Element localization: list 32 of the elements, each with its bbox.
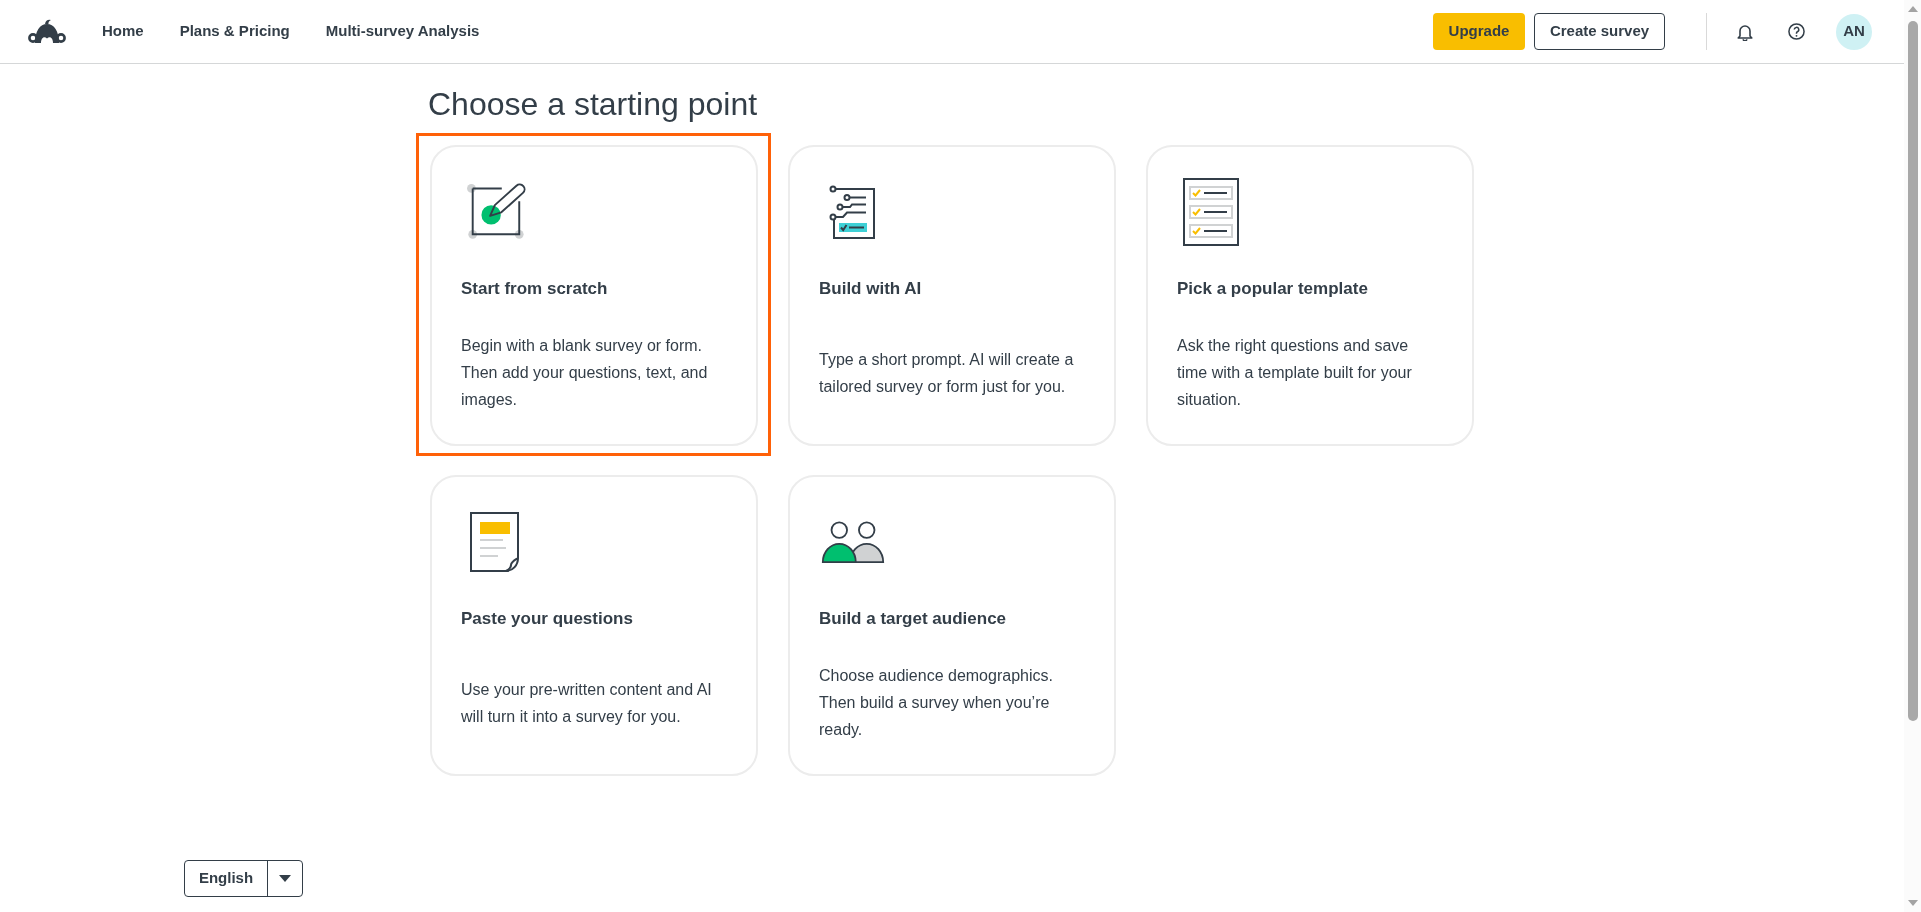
checklist-icon bbox=[1183, 178, 1239, 246]
option-description: Use your pre-written content and AI will turn it into a survey for you. bbox=[461, 679, 713, 727]
nav-link[interactable]: Plans & Pricing bbox=[179, 20, 290, 43]
option-card[interactable]: Start from scratch Begin with a blank survey or form. Then add your questions, text, and images. bbox=[430, 145, 758, 446]
page-title: Choose a starting point bbox=[428, 86, 759, 122]
option-title: Paste your questions bbox=[461, 608, 634, 630]
option-title: Pick a popular template bbox=[1177, 278, 1369, 300]
help-icon[interactable] bbox=[1788, 23, 1805, 40]
option-description: Ask the right questions and save time with a template built for your situation. bbox=[1177, 336, 1413, 410]
option-card[interactable]: Pick a popular template Ask the right questions and save time with a template built for your situation. bbox=[1146, 145, 1474, 446]
option-description: Begin with a blank survey or form. Then add your questions, text, and images. bbox=[461, 336, 709, 410]
notification-bell-icon[interactable] bbox=[1737, 22, 1753, 41]
option-title: Build with AI bbox=[819, 278, 923, 300]
checklist-document-icon bbox=[829, 184, 877, 240]
option-description: Type a short prompt. AI will create a tailored survey or form just for you. bbox=[819, 349, 1075, 397]
avatar-button[interactable]: AN bbox=[1836, 13, 1872, 50]
language-select[interactable]: English bbox=[184, 860, 303, 897]
nav-link[interactable]: Home bbox=[102, 20, 144, 43]
option-card[interactable]: Build with AI Type a short prompt. AI will create a tailored survey or form just for you. bbox=[788, 145, 1116, 446]
option-title: Build a target audience bbox=[819, 608, 1008, 630]
document-icon bbox=[470, 512, 520, 572]
option-card[interactable]: Paste your questions Use your pre-written content and AI will turn it into a survey for you. bbox=[430, 475, 758, 776]
option-title: Start from scratch bbox=[461, 278, 609, 300]
caret-down-icon bbox=[279, 875, 291, 882]
option-card[interactable]: Build a target audience Choose audience demographics. Then build a survey when you’re ready. bbox=[788, 475, 1116, 776]
scrollbar-thumb[interactable] bbox=[1907, 21, 1918, 721]
option-description: Choose audience demographics. Then build a survey when you’re ready. bbox=[819, 666, 1054, 740]
logo-icon[interactable] bbox=[28, 18, 66, 45]
two-people-icon bbox=[821, 518, 885, 566]
upgrade-button[interactable]: Upgrade bbox=[1433, 13, 1525, 50]
nav-link[interactable]: Multi-survey Analysis bbox=[325, 20, 480, 43]
create-survey-button[interactable]: Create survey bbox=[1534, 13, 1665, 50]
